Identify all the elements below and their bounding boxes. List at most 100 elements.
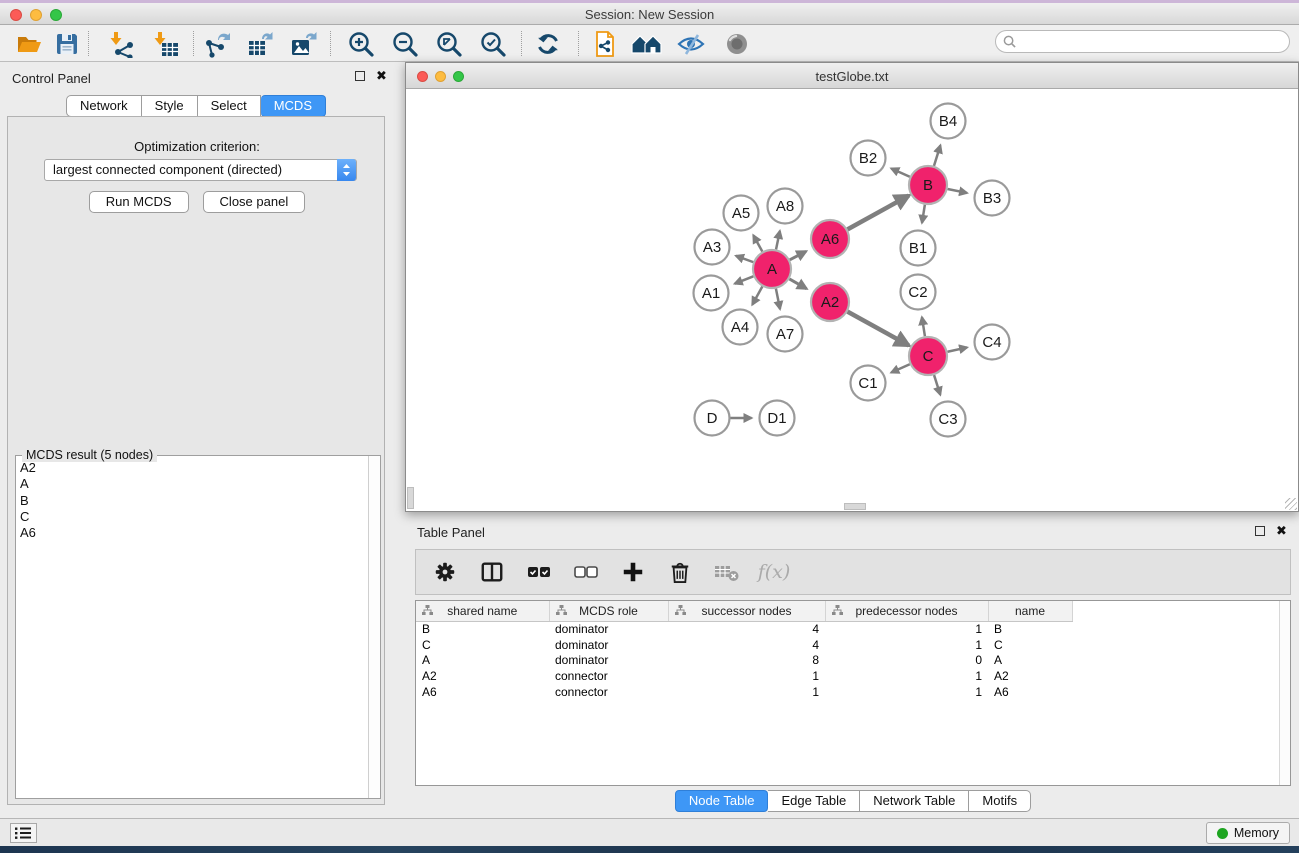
mcds-result-item[interactable]: A2 xyxy=(20,460,367,476)
edge-A-A4[interactable] xyxy=(752,287,762,305)
table-cell[interactable]: B xyxy=(416,621,549,637)
edge-A2-C[interactable] xyxy=(848,312,909,346)
network-graph[interactable]: B4B2BB3A5A8A6A3B1AA1C2A2A4A7C4CC1C3DD1 xyxy=(406,89,1298,512)
graph-node-C1[interactable]: C1 xyxy=(851,366,886,401)
table-cell[interactable]: 1 xyxy=(668,668,825,684)
edge-A6-B[interactable] xyxy=(848,196,909,230)
edge-A-A6[interactable] xyxy=(790,251,806,259)
tab-network-table[interactable]: Network Table xyxy=(860,790,969,812)
graph-node-A8[interactable]: A8 xyxy=(768,189,803,224)
table-cell[interactable]: 4 xyxy=(668,637,825,653)
network-canvas[interactable]: B4B2BB3A5A8A6A3B1AA1C2A2A4A7C4CC1C3DD1 xyxy=(406,89,1298,511)
node-table-grid[interactable]: shared nameMCDS rolesuccessor nodesprede… xyxy=(416,601,1073,700)
hide-selected-button[interactable] xyxy=(672,28,710,59)
table-row[interactable]: Cdominator41C xyxy=(416,637,1072,653)
table-cell[interactable]: A6 xyxy=(416,684,549,700)
mcds-result-item[interactable]: B xyxy=(20,493,367,509)
graph-node-B1[interactable]: B1 xyxy=(901,231,936,266)
graph-node-A7[interactable]: A7 xyxy=(768,317,803,352)
tab-select[interactable]: Select xyxy=(198,95,261,117)
mcds-result-list[interactable]: A2ABCA6 xyxy=(17,460,367,797)
edge-A-A1[interactable] xyxy=(735,276,754,283)
table-cell[interactable]: 8 xyxy=(668,653,825,669)
graph-node-D1[interactable]: D1 xyxy=(760,401,795,436)
graph-node-A3[interactable]: A3 xyxy=(695,230,730,265)
export-image-button[interactable] xyxy=(285,28,323,59)
table-cell[interactable]: 1 xyxy=(825,637,988,653)
graph-node-A2[interactable]: A2 xyxy=(811,283,849,321)
edge-C-C2[interactable] xyxy=(922,317,925,336)
export-table-button[interactable] xyxy=(242,28,280,59)
graph-node-A6[interactable]: A6 xyxy=(811,220,849,258)
search-input[interactable] xyxy=(1020,35,1289,49)
zoom-in-button[interactable] xyxy=(342,28,380,59)
canvas-horizontal-scrollbar[interactable] xyxy=(844,503,866,510)
graph-node-A5[interactable]: A5 xyxy=(724,196,759,231)
graph-node-A1[interactable]: A1 xyxy=(694,276,729,311)
memory-button[interactable]: Memory xyxy=(1206,822,1290,844)
window-resize-grip[interactable] xyxy=(1285,498,1297,510)
graph-node-C3[interactable]: C3 xyxy=(931,402,966,437)
zoom-selected-button[interactable] xyxy=(474,28,512,59)
table-cell[interactable]: A xyxy=(988,653,1072,669)
column-header-successor-nodes[interactable]: successor nodes xyxy=(668,601,825,621)
open-file-button[interactable] xyxy=(10,28,48,59)
table-cell[interactable]: 1 xyxy=(825,684,988,700)
graph-node-C2[interactable]: C2 xyxy=(901,275,936,310)
export-network-button[interactable] xyxy=(199,28,237,59)
table-cell[interactable]: C xyxy=(988,637,1072,653)
column-header-shared-name[interactable]: shared name xyxy=(416,601,549,621)
table-cell[interactable]: dominator xyxy=(549,653,668,669)
graph-node-B[interactable]: B xyxy=(909,166,947,204)
column-header-predecessor-nodes[interactable]: predecessor nodes xyxy=(825,601,988,621)
edge-A-A2[interactable] xyxy=(789,279,806,289)
table-cell[interactable]: 1 xyxy=(825,668,988,684)
show-panels-menu-button[interactable] xyxy=(10,823,37,843)
float-panel-icon[interactable] xyxy=(1255,526,1265,536)
edge-B-B4[interactable] xyxy=(934,145,940,166)
graph-node-C[interactable]: C xyxy=(909,337,947,375)
table-cell[interactable]: 4 xyxy=(668,621,825,637)
table-cell[interactable]: A2 xyxy=(988,668,1072,684)
table-cell[interactable]: 1 xyxy=(668,684,825,700)
graph-node-B2[interactable]: B2 xyxy=(851,141,886,176)
new-network-from-selection-button[interactable] xyxy=(586,28,624,59)
tab-motifs[interactable]: Motifs xyxy=(969,790,1031,812)
edge-C-C3[interactable] xyxy=(934,375,940,395)
import-table-button[interactable] xyxy=(147,28,185,59)
table-cell[interactable]: dominator xyxy=(549,637,668,653)
edge-A-A7[interactable] xyxy=(776,289,780,309)
table-cell[interactable]: A xyxy=(416,653,549,669)
table-cell[interactable]: C xyxy=(416,637,549,653)
table-cell[interactable]: B xyxy=(988,621,1072,637)
table-cell[interactable]: 0 xyxy=(825,653,988,669)
save-session-button[interactable] xyxy=(48,28,86,59)
graph-node-A[interactable]: A xyxy=(753,250,791,288)
table-cell[interactable]: A2 xyxy=(416,668,549,684)
graph-node-B3[interactable]: B3 xyxy=(975,181,1010,216)
mcds-result-item[interactable]: C xyxy=(20,509,367,525)
import-network-button[interactable] xyxy=(102,28,140,59)
apply-layout-button[interactable] xyxy=(529,28,567,59)
zoom-fit-button[interactable] xyxy=(430,28,468,59)
table-cell[interactable]: A6 xyxy=(988,684,1072,700)
optimization-criterion-select[interactable]: largest connected component (directed) xyxy=(44,159,357,181)
graph-node-D[interactable]: D xyxy=(695,401,730,436)
show-all-button[interactable] xyxy=(718,28,756,59)
edge-C-C1[interactable] xyxy=(891,364,910,372)
add-column-button[interactable] xyxy=(618,557,648,587)
edge-A-A5[interactable] xyxy=(753,235,762,251)
table-cell[interactable]: connector xyxy=(549,668,668,684)
column-header-MCDS-role[interactable]: MCDS role xyxy=(549,601,668,621)
select-all-checkboxes-button[interactable] xyxy=(524,557,554,587)
function-builder-button[interactable]: f(x) xyxy=(759,557,789,587)
edge-A-A3[interactable] xyxy=(736,256,753,262)
table-cell[interactable]: connector xyxy=(549,684,668,700)
graph-node-A4[interactable]: A4 xyxy=(723,310,758,345)
table-row[interactable]: A2connector11A2 xyxy=(416,668,1072,684)
network-window-titlebar[interactable]: testGlobe.txt xyxy=(406,63,1298,89)
table-row[interactable]: Adominator80A xyxy=(416,653,1072,669)
table-cell[interactable]: dominator xyxy=(549,621,668,637)
close-panel-button[interactable]: Close panel xyxy=(203,191,306,213)
canvas-vertical-scrollbar[interactable] xyxy=(407,487,414,509)
